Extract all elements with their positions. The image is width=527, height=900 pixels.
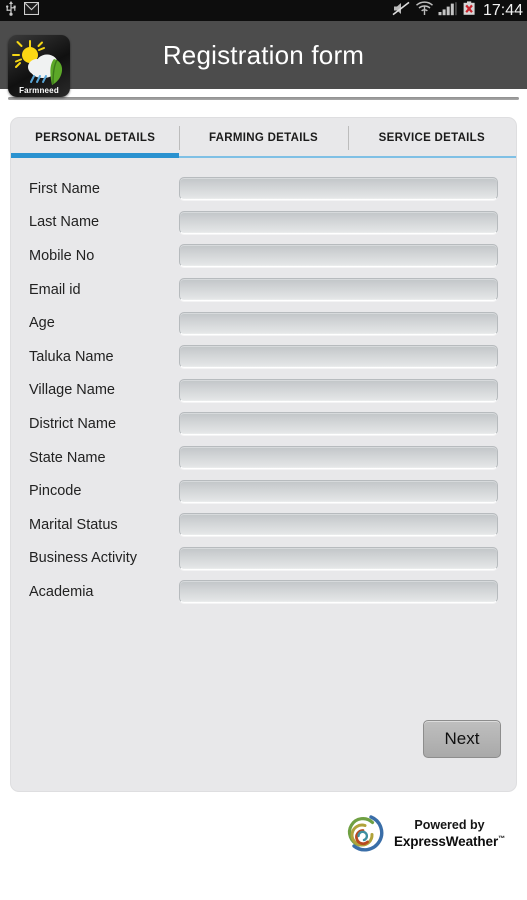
status-bar: 17:44 (0, 0, 527, 21)
form-row: Taluka Name (29, 340, 498, 374)
header-divider-wrap (0, 89, 527, 100)
status-bar-right-icons: 17:44 (392, 0, 523, 21)
state-name-input[interactable] (179, 446, 498, 470)
status-bar-left-icons (5, 0, 40, 21)
field-label-district-name: District Name (29, 415, 117, 432)
brand-name: ExpressWeather™ (393, 833, 505, 849)
pincode-input[interactable] (179, 479, 498, 503)
footer: Powered by ExpressWeather™ (0, 792, 527, 900)
field-label-village-name: Village Name (29, 382, 115, 399)
next-button[interactable]: Next (423, 720, 501, 758)
action-bar: Farmneed Registration form (0, 21, 527, 97)
tab-farming-details-label: FARMING DETAILS (208, 132, 319, 144)
farmneed-app-icon[interactable]: Farmneed (8, 35, 70, 97)
battery-error-icon (462, 0, 477, 21)
business-activity-input[interactable] (179, 546, 498, 570)
content-panel: PERSONAL DETAILS FARMING DETAILS SERVICE… (11, 118, 516, 791)
wifi-icon (415, 0, 434, 21)
tab-personal-details-indicator (11, 153, 180, 158)
field-label-pincode: Pincode (29, 483, 82, 500)
header-divider (8, 97, 519, 100)
tab-service-details-label: SERVICE DETAILS (378, 132, 485, 144)
expressweather-logo (341, 810, 385, 859)
field-label-first-name: First Name (29, 180, 100, 197)
tab-service-details-indicator (347, 156, 516, 158)
next-button-wrap: Next (423, 720, 501, 758)
gmail-envelope-icon (23, 1, 40, 20)
field-label-marital-status: Marital Status (29, 516, 118, 533)
mobile-no-input[interactable] (179, 244, 498, 268)
field-label-last-name: Last Name (29, 214, 100, 231)
tab-personal-details[interactable]: PERSONAL DETAILS (11, 118, 180, 158)
form-row: Village Name (29, 374, 498, 408)
tab-bar: PERSONAL DETAILS FARMING DETAILS SERVICE… (11, 118, 516, 158)
academia-input[interactable] (179, 580, 498, 604)
first-name-input[interactable] (179, 177, 498, 201)
form-row: Age (29, 306, 498, 340)
tab-farming-details-indicator (179, 156, 348, 158)
form-row: Last Name (29, 206, 498, 240)
form-row: Business Activity (29, 542, 498, 576)
tab-service-details[interactable]: SERVICE DETAILS (347, 118, 516, 158)
powered-by-label: Powered by (414, 818, 485, 833)
form-row: Marital Status (29, 508, 498, 542)
volume-muted-icon (392, 1, 411, 21)
district-name-input[interactable] (179, 412, 498, 436)
phone-screen: 17:44 Farmneed Registration form PERSONA… (0, 0, 527, 900)
tab-personal-details-label: PERSONAL DETAILS (35, 132, 156, 144)
field-label-age: Age (29, 315, 55, 332)
field-label-email-id: Email id (29, 281, 81, 298)
page-title: Registration form (162, 39, 365, 70)
form-row: First Name (29, 172, 498, 206)
village-name-input[interactable] (179, 378, 498, 402)
form-row: State Name (29, 441, 498, 475)
field-label-taluka-name: Taluka Name (29, 348, 114, 365)
field-label-academia: Academia (29, 583, 94, 600)
brand-text: Powered by ExpressWeather™ (394, 818, 505, 851)
trademark-symbol: ™ (498, 835, 505, 843)
form-row: Email id (29, 273, 498, 307)
last-name-input[interactable] (179, 210, 498, 234)
registration-form: First Name Last Name Mobile No Email id … (11, 158, 516, 609)
field-label-business-activity: Business Activity (29, 550, 137, 567)
field-label-mobile-no: Mobile No (29, 247, 95, 264)
age-input[interactable] (179, 311, 498, 335)
form-row: Mobile No (29, 239, 498, 273)
form-row: Academia (29, 575, 498, 609)
powered-by-branding: Powered by ExpressWeather™ (341, 810, 505, 859)
email-id-input[interactable] (179, 278, 498, 302)
usb-icon (5, 0, 17, 21)
form-row: District Name (29, 407, 498, 441)
marital-status-input[interactable] (179, 513, 498, 537)
cellular-signal-icon (438, 1, 458, 21)
taluka-name-input[interactable] (179, 345, 498, 369)
field-label-state-name: State Name (29, 449, 106, 466)
form-row: Pincode (29, 474, 498, 508)
app-icon-label: Farmneed (19, 86, 59, 95)
status-bar-clock: 17:44 (482, 1, 523, 19)
tab-farming-details[interactable]: FARMING DETAILS (179, 118, 348, 158)
